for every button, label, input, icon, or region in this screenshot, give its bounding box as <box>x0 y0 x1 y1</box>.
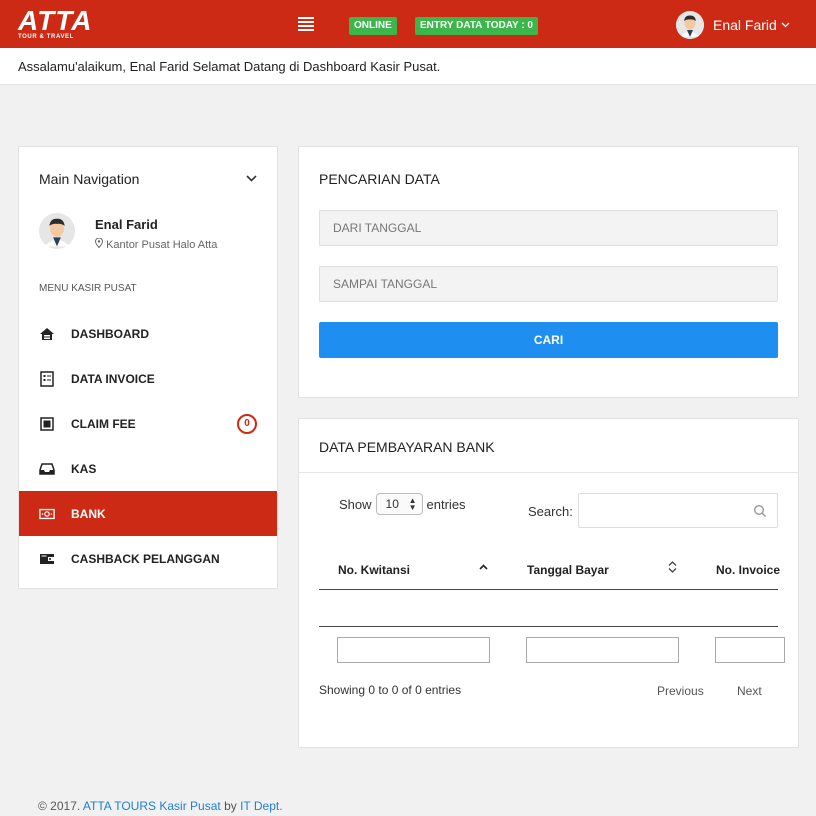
next-page-button[interactable]: Next <box>737 684 762 698</box>
sort-asc-icon[interactable] <box>479 561 488 573</box>
sidebar-item-label: DATA INVOICE <box>71 371 155 386</box>
sidebar-item-dashboard[interactable]: DASHBOARD <box>19 311 277 356</box>
sidebar-menu: DASHBOARD DATA INVOICE CLAIM FEE 0 KAS B… <box>19 311 277 581</box>
sidebar-user-card: Enal Farid Kantor Pusat Halo Atta <box>39 213 217 251</box>
panel-header: DATA PEMBAYARAN BANK <box>299 419 798 473</box>
entry-count-badge: ENTRY DATA TODAY : 0 <box>415 17 538 35</box>
chevron-down-icon <box>781 20 790 31</box>
from-date-input[interactable] <box>319 210 778 246</box>
claim-fee-count-badge: 0 <box>237 414 257 434</box>
avatar <box>676 11 704 39</box>
document-icon <box>39 416 55 431</box>
invoice-icon <box>39 370 55 387</box>
wallet-icon <box>39 552 55 566</box>
sidebar-item-kas[interactable]: KAS <box>19 446 277 491</box>
sort-both-icon[interactable] <box>668 561 677 576</box>
sidebar-item-label: CLAIM FEE <box>71 416 136 431</box>
entries-label: entries <box>426 496 466 512</box>
user-name: Enal Farid <box>713 17 777 33</box>
money-icon <box>39 507 55 521</box>
top-bar: ATTA TOUR & TRAVEL ONLINE ENTRY DATA TOD… <box>0 0 816 48</box>
sidebar: Main Navigation Enal Farid Kantor Pusat … <box>18 146 278 589</box>
filter-tanggal-bayar-input[interactable] <box>526 637 679 663</box>
menu-section-label: MENU KASIR PUSAT <box>39 283 137 294</box>
sidebar-item-bank[interactable]: BANK <box>19 491 277 536</box>
sidebar-item-claim-fee[interactable]: CLAIM FEE 0 <box>19 401 277 446</box>
to-date-input[interactable] <box>319 266 778 302</box>
filter-no-invoice-input[interactable] <box>715 637 785 663</box>
search-icon <box>753 504 767 518</box>
user-menu[interactable]: Enal Farid <box>676 11 790 39</box>
footer-brand-link[interactable]: ATTA TOURS Kasir Pusat <box>83 799 221 813</box>
menu-toggle-icon[interactable] <box>298 17 314 31</box>
sidebar-user-location: Kantor Pusat Halo Atta <box>94 237 218 251</box>
sidebar-item-cashback-pelanggan[interactable]: CASHBACK PELANGGAN <box>19 536 277 581</box>
home-icon <box>39 327 55 341</box>
location-text: Kantor Pusat Halo Atta <box>106 239 218 251</box>
sidebar-title: Main Navigation <box>39 171 140 187</box>
filter-no-kwitansi-input[interactable] <box>337 637 490 663</box>
previous-page-button[interactable]: Previous <box>657 684 704 698</box>
logo-text: ATTA <box>18 5 93 36</box>
online-status-badge: ONLINE <box>349 17 397 35</box>
inbox-icon <box>39 462 55 476</box>
footer-dept-link[interactable]: IT Dept. <box>240 799 282 813</box>
sidebar-item-label: BANK <box>71 506 106 521</box>
search-label: Search: <box>528 504 573 519</box>
search-panel: PENCARIAN DATA CARI <box>298 146 799 398</box>
table-body-divider <box>319 626 778 627</box>
sidebar-user-name: Enal Farid <box>95 217 158 232</box>
atta-logo[interactable]: ATTA TOUR & TRAVEL <box>18 5 93 41</box>
show-label: Show <box>339 496 372 512</box>
show-entries-control: Show 10 ▲ ▼ entries <box>339 493 466 515</box>
footer: © 2017. ATTA TOURS Kasir Pusat by IT Dep… <box>38 799 283 813</box>
column-header-no-kwitansi[interactable]: No. Kwitansi <box>338 563 410 577</box>
bank-payment-title: DATA PEMBAYARAN BANK <box>319 439 495 455</box>
avatar <box>39 213 75 249</box>
table-info: Showing 0 to 0 of 0 entries <box>319 683 462 697</box>
sidebar-item-label: KAS <box>71 461 97 476</box>
select-arrows-icon: ▲ ▼ <box>408 496 417 512</box>
footer-copyright: © 2017. <box>38 799 81 813</box>
location-pin-icon <box>94 237 106 251</box>
entries-value: 10 <box>385 497 399 511</box>
column-header-no-invoice[interactable]: No. Invoice <box>716 563 780 577</box>
entries-select[interactable]: 10 ▲ ▼ <box>375 493 423 515</box>
table-header-divider <box>319 589 778 590</box>
sidebar-item-label: CASHBACK PELANGGAN <box>71 551 220 566</box>
footer-by: by <box>224 799 237 813</box>
search-panel-title: PENCARIAN DATA <box>319 171 440 187</box>
welcome-message: Assalamu'alaikum, Enal Farid Selamat Dat… <box>0 48 816 85</box>
sidebar-item-data-invoice[interactable]: DATA INVOICE <box>19 356 277 401</box>
bank-payment-panel: DATA PEMBAYARAN BANK Show 10 ▲ ▼ entries … <box>298 418 799 748</box>
column-header-tanggal-bayar[interactable]: Tanggal Bayar <box>527 563 609 577</box>
sidebar-item-label: DASHBOARD <box>71 326 149 341</box>
table-search-input[interactable] <box>578 493 778 528</box>
chevron-down-icon[interactable] <box>246 171 257 185</box>
search-button[interactable]: CARI <box>319 322 778 358</box>
